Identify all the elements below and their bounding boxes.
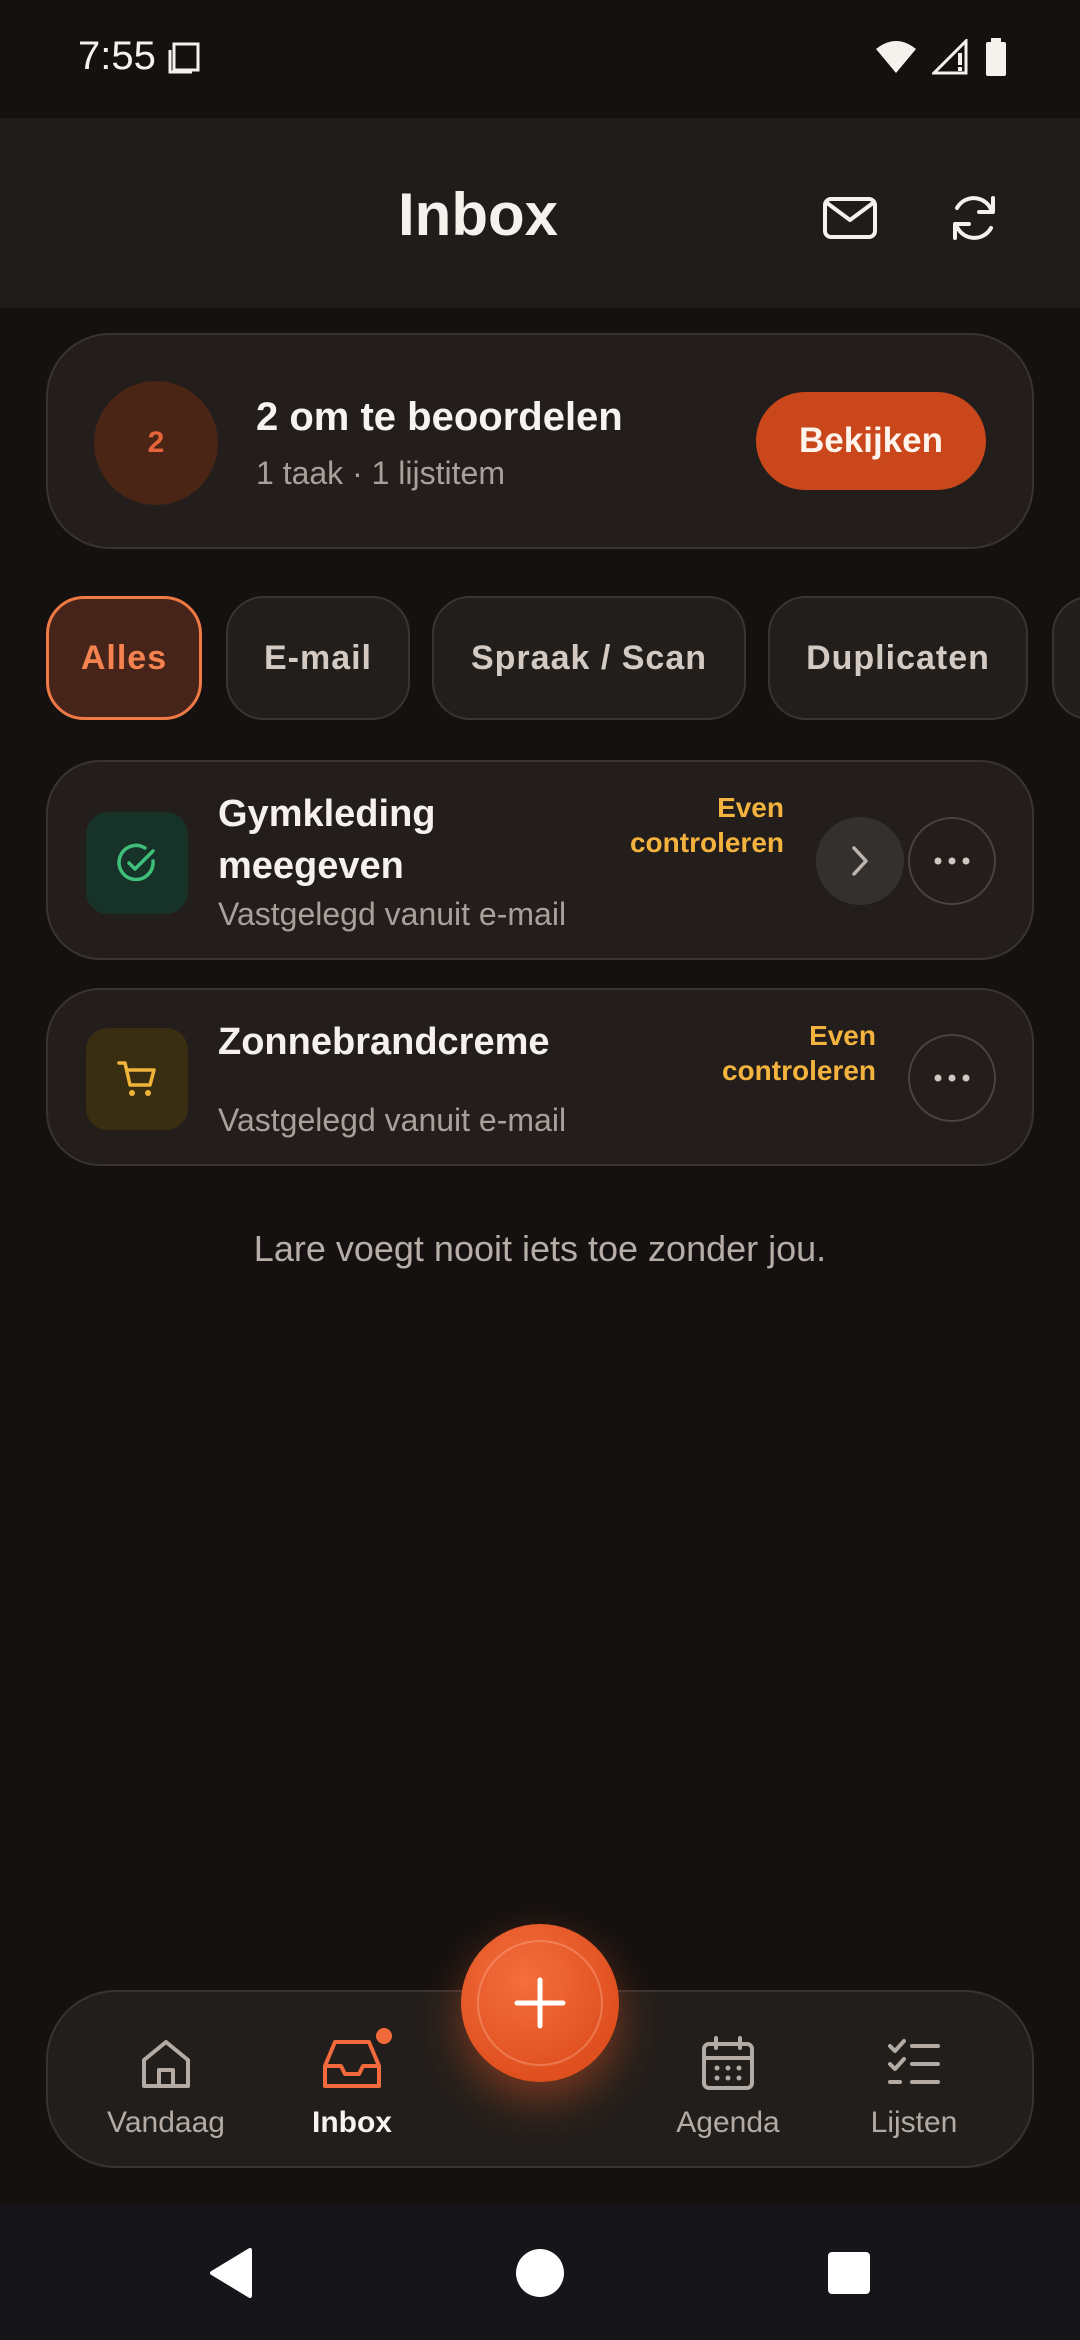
mail-button[interactable] — [812, 180, 888, 256]
task-icon-container — [86, 812, 188, 914]
status-icons — [874, 38, 1008, 76]
open-item-button[interactable] — [816, 817, 904, 905]
more-options-button[interactable] — [908, 1034, 996, 1122]
item-title: Zonnebrandcreme — [218, 1021, 550, 1063]
nav-item-lijsten[interactable]: Lijsten — [824, 2032, 1004, 2140]
item-subtitle: Vastgelegd vanuit e-mail — [218, 1102, 567, 1138]
home-circle-icon — [516, 2249, 564, 2297]
filter-chip-more[interactable] — [1052, 596, 1080, 720]
nav-label: Inbox — [312, 2106, 392, 2139]
view-button[interactable]: Bekijken — [756, 392, 986, 490]
item-subtitle: Vastgelegd vanuit e-mail — [218, 896, 567, 932]
nav-item-vandaag[interactable]: Vandaag — [76, 2032, 256, 2140]
more-icon — [934, 857, 970, 865]
footer-note: Lare voegt nooit iets toe zonder jou. — [253, 1228, 827, 1269]
item-status: Even controleren — [629, 792, 784, 858]
refresh-icon — [953, 196, 995, 240]
more-icon — [934, 1074, 970, 1082]
item-title: Gymkleding meegeven — [218, 793, 436, 887]
filter-chip-alles[interactable]: Alles — [46, 596, 202, 720]
mail-icon — [823, 197, 877, 239]
calendar-icon — [702, 2036, 754, 2090]
nav-label: Lijsten — [870, 2106, 958, 2139]
recents-square-icon — [828, 2252, 870, 2294]
nav-label: Vandaag — [107, 2106, 225, 2139]
home-icon — [142, 2040, 190, 2088]
nav-item-inbox[interactable]: Inbox — [262, 2028, 442, 2140]
review-count-badge: 2 — [94, 381, 218, 505]
chevron-right-icon — [852, 846, 868, 876]
filter-chip-duplicates[interactable]: Duplicaten — [768, 596, 1028, 720]
nav-item-agenda[interactable]: Agenda — [638, 2032, 818, 2140]
status-bar: 7:55 — [0, 0, 1080, 118]
status-time: 7:55 — [78, 34, 156, 78]
filter-chips: Alles E-mail Spraak / Scan Duplicaten — [46, 596, 1080, 720]
back-triangle-icon — [210, 2248, 252, 2298]
check-circle-icon — [117, 843, 155, 882]
nav-label: Agenda — [676, 2106, 780, 2139]
review-subtitle: 1 taak · 1 lijstitem — [256, 455, 505, 491]
filter-chip-email[interactable]: E-mail — [226, 596, 410, 720]
inbox-item[interactable]: Gymkleding meegeven Vastgelegd vanuit e-… — [46, 760, 1034, 960]
app-header: Inbox — [0, 118, 1080, 308]
inbox-item[interactable]: Zonnebrandcreme Vastgelegd vanuit e-mail… — [46, 988, 1034, 1166]
screenshot-icon — [168, 42, 200, 74]
inbox-icon — [323, 2040, 381, 2088]
recents-button[interactable] — [814, 2238, 884, 2308]
task-icon-container — [86, 1028, 188, 1130]
checklist-icon — [888, 2039, 940, 2084]
signal-icon — [932, 39, 968, 75]
back-button[interactable] — [196, 2238, 266, 2308]
review-banner: 2 2 om te beoordelen 1 taak · 1 lijstite… — [46, 333, 1034, 549]
system-nav-bar — [0, 2204, 1080, 2340]
add-button[interactable] — [461, 1924, 619, 2082]
battery-icon — [986, 38, 1006, 76]
shopping-cart-icon — [117, 1061, 156, 1096]
filter-chip-voice-scan[interactable]: Spraak / Scan — [432, 596, 746, 720]
more-options-button[interactable] — [908, 817, 996, 905]
review-title: 2 om te beoordelen — [256, 395, 623, 439]
home-button[interactable] — [505, 2238, 575, 2308]
refresh-button[interactable] — [936, 180, 1012, 256]
wifi-icon — [876, 41, 916, 73]
notification-dot — [376, 2028, 392, 2044]
item-status: Even controleren — [721, 1020, 876, 1086]
